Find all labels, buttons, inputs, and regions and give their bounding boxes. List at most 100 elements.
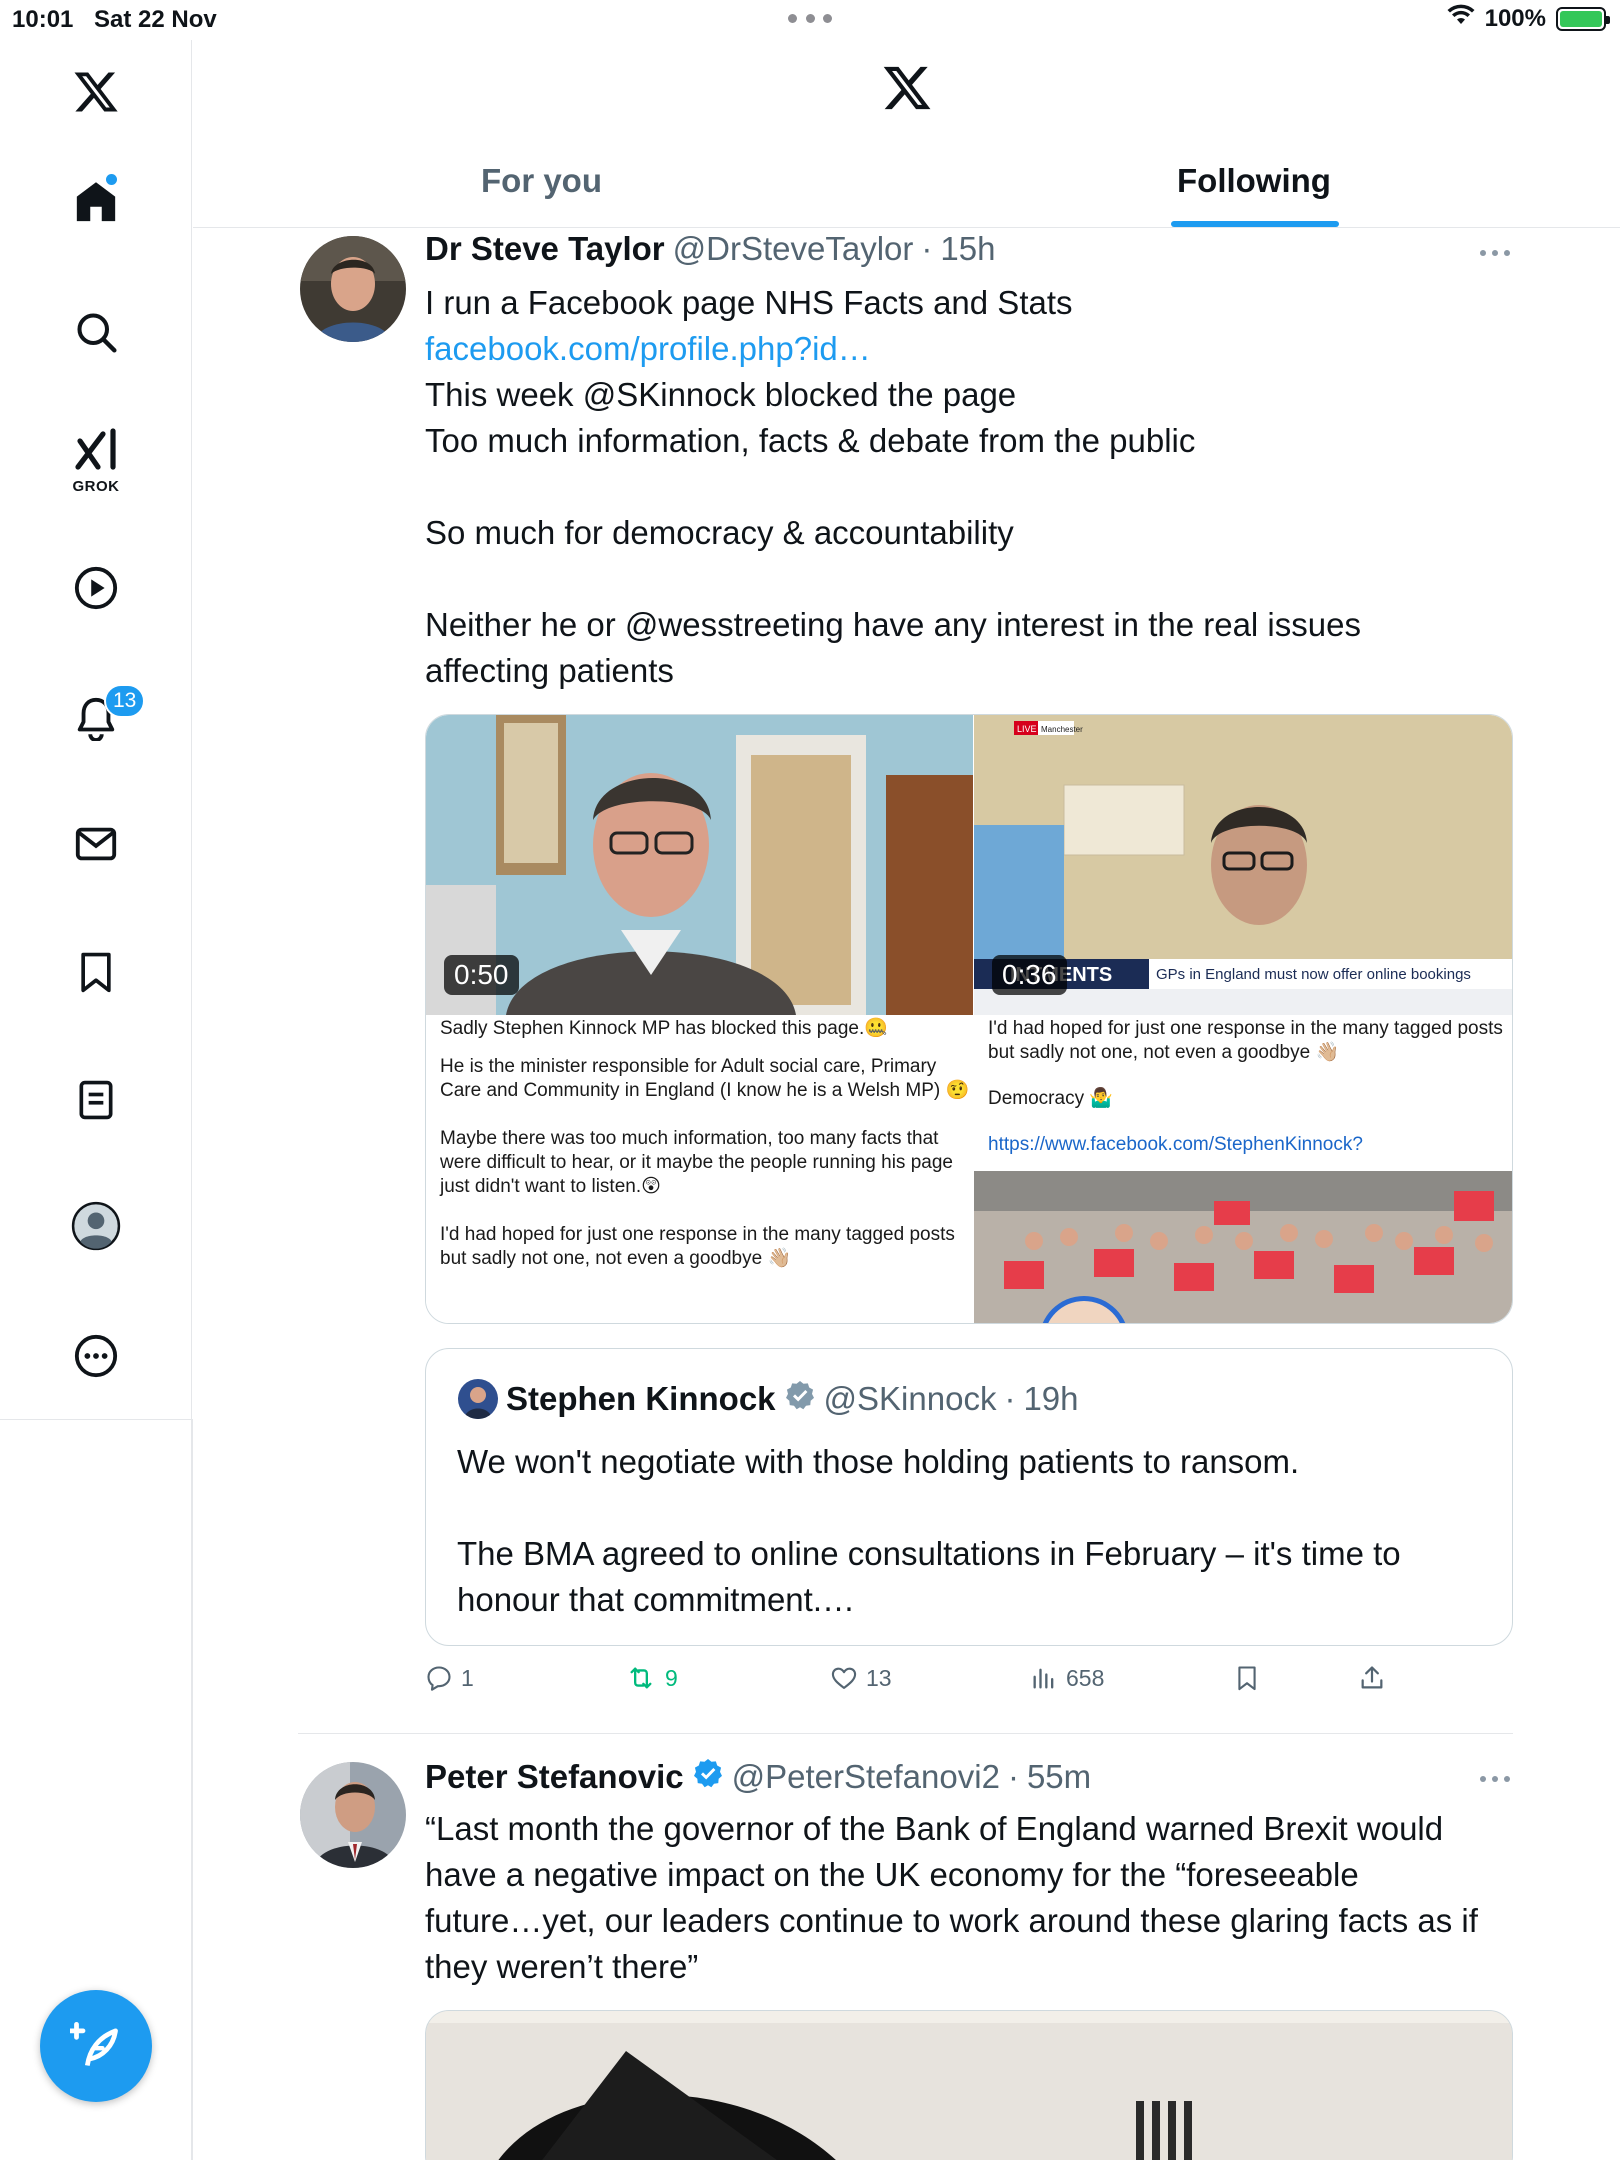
- live-location: Manchester: [1041, 725, 1083, 734]
- avatar[interactable]: [300, 1762, 406, 1868]
- reply-count: 1: [461, 1664, 474, 1691]
- share-icon: [1361, 1666, 1383, 1689]
- screenshot-paragraph: Sadly Stephen Kinnock MP has blocked thi…: [440, 1018, 888, 1039]
- post-line: This week @SKinnock blocked the page: [425, 376, 1017, 413]
- search-icon: [77, 313, 117, 353]
- view-count: 658: [1066, 1664, 1105, 1691]
- quoted-author-handle[interactable]: @SKinnock: [824, 1380, 997, 1418]
- quote-line: honour that commitment.…: [457, 1581, 855, 1618]
- reply-icon: [427, 1666, 451, 1691]
- active-tab-indicator: [1171, 221, 1339, 227]
- screenshot-paragraph: I'd had hoped for just one response in t…: [440, 1224, 955, 1269]
- post-divider: [298, 1733, 1513, 1734]
- author-name[interactable]: Peter Stefanovic: [425, 1758, 684, 1796]
- crowd-photo: [974, 1171, 1512, 1323]
- nav-grok[interactable]: [0, 424, 192, 474]
- building-photo: [426, 2011, 1512, 2160]
- nav-more[interactable]: [0, 1326, 192, 1386]
- battery-icon: [1556, 6, 1610, 31]
- x-logo-icon[interactable]: [0, 62, 192, 122]
- share-button[interactable]: [1358, 1664, 1386, 1692]
- separator-dot: ·: [921, 230, 933, 267]
- header-x-logo-icon[interactable]: [880, 62, 934, 119]
- battery-percent: 100%: [1484, 4, 1546, 32]
- nav-messages[interactable]: [0, 814, 192, 874]
- nav-notifications[interactable]: [0, 688, 192, 748]
- feather-plus-icon: [70, 2021, 118, 2066]
- author-handle[interactable]: @PeterStefanovi2: [732, 1758, 1000, 1796]
- nav-bookmarks[interactable]: [0, 942, 192, 1002]
- post-time[interactable]: 15h: [940, 230, 995, 268]
- views-icon: [1033, 1668, 1054, 1689]
- verified-badge-icon: [692, 1757, 724, 1797]
- status-date: Sat 22 Nov: [94, 6, 217, 33]
- tv-headline: GPs in England must now offer online boo…: [1156, 966, 1471, 983]
- avatar[interactable]: [300, 236, 406, 342]
- quote-line: We won't negotiate with those holding pa…: [457, 1443, 1300, 1480]
- tab-for-you[interactable]: For you: [481, 162, 602, 200]
- tab-following[interactable]: Following: [1177, 162, 1331, 200]
- status-bar: 10:01 Sat 22 Nov 100%: [0, 0, 1620, 40]
- play-circle-icon: [74, 566, 118, 610]
- repost-count: 9: [665, 1664, 678, 1691]
- quote-line: The BMA agreed to online consultations i…: [457, 1535, 1401, 1572]
- post-link[interactable]: facebook.com/profile.php?id…: [425, 326, 1361, 372]
- column-divider: [191, 1419, 193, 2160]
- quoted-author-name[interactable]: Stephen Kinnock: [506, 1380, 776, 1418]
- screenshot-paragraph: He is the minister responsible for Adult…: [440, 1056, 970, 1101]
- screenshot-link: https://www.facebook.com/StephenKinnock?: [988, 1134, 1363, 1155]
- quoted-post-time[interactable]: 19h: [1023, 1380, 1078, 1418]
- notifications-badge: 13: [104, 684, 146, 718]
- bookmark-button[interactable]: [1233, 1664, 1261, 1692]
- grok-icon: [75, 428, 116, 470]
- separator-dot: ·: [1004, 1380, 1016, 1417]
- post-text: “Last month the governor of the Bank of …: [425, 1806, 1478, 1990]
- bookmark-icon: [1238, 1666, 1256, 1691]
- post-line: So much for democracy & accountability: [425, 514, 1014, 551]
- avatar[interactable]: [458, 1379, 498, 1419]
- repost-button[interactable]: 9: [625, 1664, 678, 1692]
- reply-button[interactable]: 1: [425, 1664, 474, 1692]
- screenshot-text: I'd had hoped for just one response in t…: [988, 1017, 1508, 1181]
- verified-badge-icon: [784, 1379, 816, 1419]
- more-options-icon[interactable]: [1480, 250, 1510, 258]
- wifi-icon: [1447, 4, 1475, 33]
- quoted-post[interactable]: Stephen Kinnock @SKinnock · 19h We won't…: [425, 1348, 1513, 1646]
- envelope-icon: [75, 827, 117, 861]
- post-time[interactable]: 55m: [1027, 1758, 1091, 1796]
- screenshot-paragraph: I'd had hoped for just one response in t…: [988, 1018, 1503, 1063]
- more-options-icon[interactable]: [1480, 1776, 1510, 1784]
- screenshot-paragraph: Democracy 🤷‍♂️: [988, 1088, 1114, 1109]
- video-duration: 0:36: [992, 955, 1067, 995]
- profile-avatar-icon: [71, 1201, 121, 1251]
- video-thumbnail: LIVE Manchester INTMENTS GPs in England …: [974, 715, 1512, 1015]
- nav-home[interactable]: [0, 172, 192, 232]
- video-thumbnail: 0:50: [426, 715, 973, 1015]
- author-handle[interactable]: @DrSteveTaylor: [673, 230, 914, 268]
- post-line: have a negative impact on the UK economy…: [425, 1856, 1359, 1893]
- author-name[interactable]: Dr Steve Taylor: [425, 230, 665, 268]
- like-count: 13: [866, 1664, 892, 1691]
- quote-blank-line: [457, 1485, 1401, 1531]
- nav-video[interactable]: [0, 558, 192, 618]
- quoted-post-text: We won't negotiate with those holding pa…: [457, 1439, 1401, 1623]
- home-unread-dot: [106, 174, 117, 185]
- like-button[interactable]: 13: [830, 1664, 892, 1692]
- views-button[interactable]: 658: [1030, 1664, 1104, 1692]
- nav-profile[interactable]: [0, 1196, 192, 1256]
- nav-articles[interactable]: [0, 1070, 192, 1130]
- separator-dot: ·: [1007, 1758, 1019, 1795]
- nav-explore[interactable]: [0, 302, 192, 362]
- live-tag: LIVE: [1017, 724, 1037, 734]
- post-media[interactable]: [425, 2010, 1513, 2160]
- video-right[interactable]: LIVE Manchester INTMENTS GPs in England …: [974, 715, 1512, 1323]
- bookmark-icon: [81, 952, 111, 993]
- post-actions: 1 9 13 658: [425, 1664, 1525, 1700]
- multitasking-dots-icon[interactable]: [788, 14, 832, 24]
- video-left[interactable]: 0:50 Sadly Stephen Kinnock MP has blocke…: [426, 715, 973, 1323]
- home-icon: [76, 182, 116, 222]
- post-line: affecting patients: [425, 652, 674, 689]
- compose-post-button[interactable]: [40, 1990, 152, 2102]
